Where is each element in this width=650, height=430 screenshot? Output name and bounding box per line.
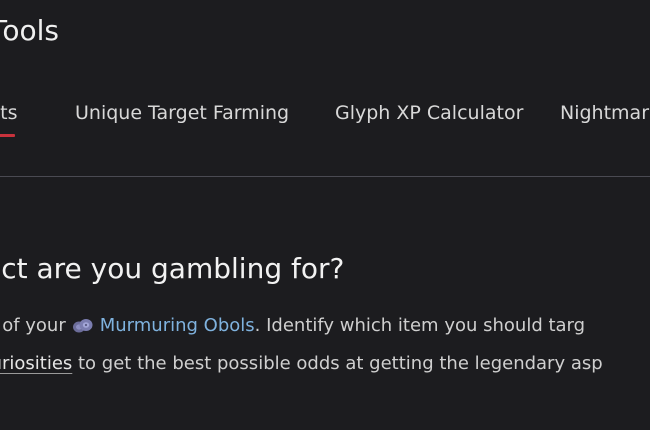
tab-aspects[interactable]: ects xyxy=(0,100,18,137)
description-line-1: ut of your Murmuring Obols. Identify whi… xyxy=(0,314,585,338)
tab-label: Nightmar xyxy=(560,102,650,124)
description-text: ut of your xyxy=(0,315,66,336)
tabs-divider xyxy=(0,176,650,177)
description-text: . Identify which item you should targ xyxy=(254,315,586,336)
tab-label: Unique Target Farming xyxy=(75,102,290,124)
tab-label: ects xyxy=(0,102,18,124)
tab-label: Glyph XP Calculator xyxy=(335,102,524,124)
active-tab-indicator xyxy=(0,134,15,137)
obol-coins-icon xyxy=(72,319,93,333)
murmuring-obols-link[interactable]: Murmuring Obols xyxy=(100,315,255,336)
page: Tools ects Unique Target Farming Glyph X… xyxy=(0,0,650,430)
app-title: Tools xyxy=(0,14,59,47)
curiosities-link[interactable]: Curiosities xyxy=(0,353,72,374)
description-line-2: Curiosities to get the best possible odd… xyxy=(0,352,603,376)
tab-bar: ects Unique Target Farming Glyph XP Calc… xyxy=(0,100,650,140)
tab-unique-target-farming[interactable]: Unique Target Farming xyxy=(75,100,289,126)
tab-nightmare[interactable]: Nightmar xyxy=(560,100,649,126)
section-heading: ect are you gambling for? xyxy=(0,252,345,285)
tab-glyph-xp-calculator[interactable]: Glyph XP Calculator xyxy=(335,100,523,126)
description-text: to get the best possible odds at getting… xyxy=(72,353,603,374)
